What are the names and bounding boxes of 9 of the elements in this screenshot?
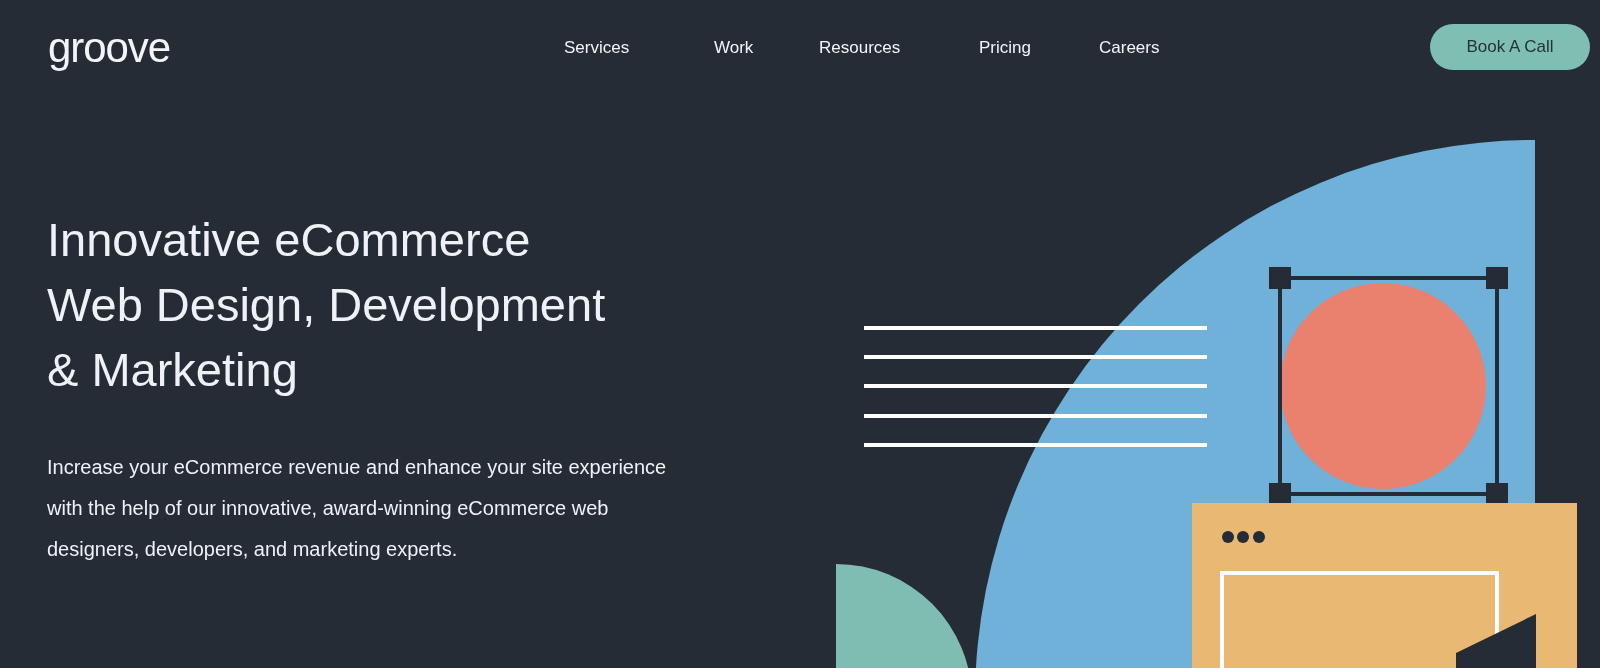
nav-link[interactable]: Work	[714, 34, 819, 61]
hero-description: Increase your eCommerce revenue and enhance your site experience with the help of our innovative, award-winning eCommerce web designers, developers, and marketing experts.	[47, 455, 667, 562]
hero-heading: Innovative eCommerce Web Design, Development & Marketing	[47, 212, 606, 398]
nav-link[interactable]: Careers	[1099, 34, 1199, 61]
nav-link[interactable]: Resources	[819, 34, 979, 61]
nav-link[interactable]: Services	[564, 34, 714, 61]
logo[interactable]: groove	[48, 26, 198, 69]
nav-link[interactable]: Pricing	[979, 34, 1099, 61]
book-call-button[interactable]: Book A Call	[1430, 23, 1590, 70]
